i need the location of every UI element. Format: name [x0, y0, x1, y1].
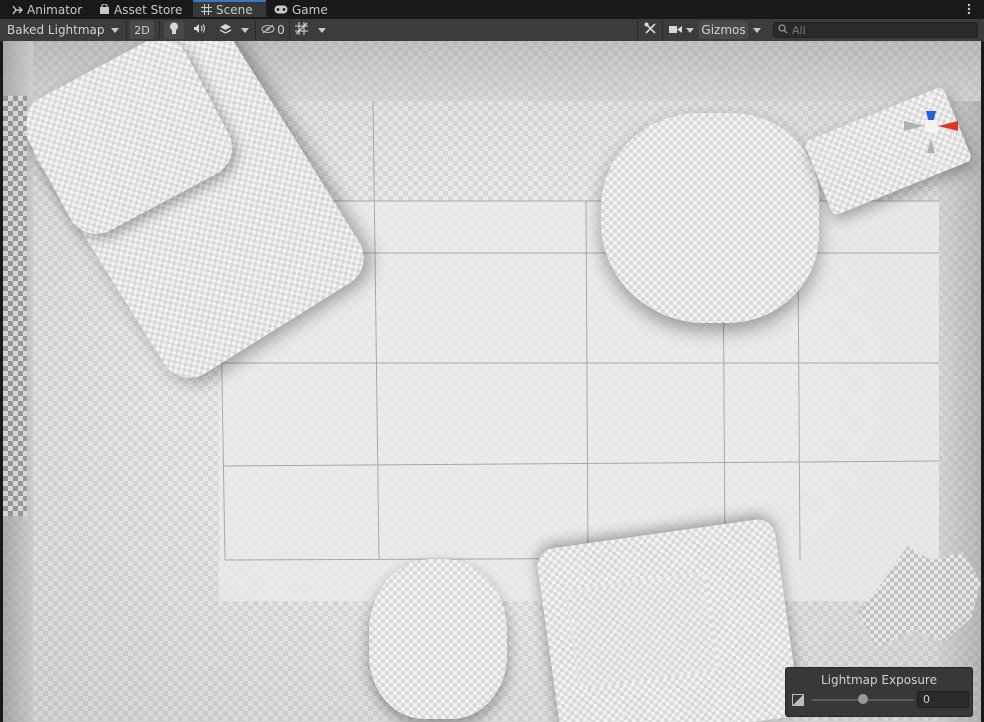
tab-animator[interactable]: Animator — [12, 0, 82, 19]
toggle-2d-button[interactable]: 2D — [130, 21, 154, 39]
speaker-icon — [193, 23, 206, 37]
gizmos-button[interactable]: Gizmos — [699, 21, 748, 39]
draw-mode-dropdown[interactable]: Baked Lightmap — [3, 21, 123, 39]
gamepad-icon — [274, 5, 288, 14]
hidden-count: 0 — [277, 23, 285, 37]
effects-dropdown[interactable] — [238, 21, 252, 39]
axis-neg-x-cone[interactable] — [904, 121, 924, 131]
search-input[interactable] — [788, 23, 972, 37]
exposure-icon — [792, 694, 804, 706]
chevron-down-icon — [753, 27, 761, 33]
toolbar-divider — [159, 20, 160, 40]
scene-search[interactable] — [773, 22, 978, 38]
animator-icon — [12, 5, 23, 15]
tab-scene[interactable]: Scene — [193, 0, 266, 17]
projection-label[interactable]: Persp — [921, 161, 949, 171]
more-options-icon[interactable] — [962, 2, 976, 16]
toolbar-divider — [126, 20, 127, 40]
axis-neg-y-cone[interactable] — [927, 139, 935, 153]
tab-label: Asset Store — [114, 2, 183, 17]
gizmos-dropdown[interactable] — [749, 21, 765, 39]
chevron-down-icon — [111, 27, 119, 33]
exposure-value-field[interactable]: 0 — [917, 691, 969, 708]
toolbar-divider — [289, 20, 290, 40]
tab-game[interactable]: Game — [274, 0, 328, 19]
axis-x-cone[interactable] — [938, 121, 958, 131]
tab-asset-store[interactable]: Asset Store — [99, 0, 182, 19]
scene-visibility-toggle[interactable]: 0 — [259, 21, 287, 39]
axis-z-label: z — [927, 94, 932, 105]
chevron-down-icon — [685, 27, 694, 33]
lightbulb-icon — [169, 22, 179, 38]
tools-button[interactable] — [641, 21, 659, 39]
shopping-bag-icon — [99, 4, 110, 15]
toolbar-divider — [662, 20, 663, 40]
pouf-top[interactable] — [601, 113, 819, 323]
grid-icon — [201, 4, 212, 15]
lighting-toggle-button[interactable] — [164, 21, 184, 39]
lightmap-exposure-title: Lightmap Exposure — [821, 673, 937, 687]
tab-label: Scene — [216, 2, 253, 17]
hidden-eye-icon — [261, 23, 275, 37]
gizmo-center-cube[interactable] — [925, 120, 937, 132]
toolbar-divider — [637, 20, 638, 40]
toolbar-divider — [255, 20, 256, 40]
audio-toggle-button[interactable] — [189, 21, 209, 39]
layers-icon — [219, 23, 232, 38]
scene-toolbar: Baked Lightmap 2D 0 Gizmos All — [0, 19, 984, 42]
grid-dropdown[interactable] — [314, 21, 330, 39]
effects-toggle-button[interactable] — [214, 21, 236, 39]
lightmap-exposure-panel: Lightmap Exposure 0 — [785, 667, 973, 717]
armchair-seat — [566, 571, 720, 691]
window-tab-bar: Animator Asset Store Scene Game — [0, 0, 984, 19]
wrench-icon — [644, 22, 657, 38]
tab-label: Game — [292, 2, 328, 17]
scene-viewport[interactable]: z Persp — [3, 41, 981, 722]
search-icon — [778, 23, 788, 37]
grid-toggle-button[interactable] — [292, 21, 310, 39]
camera-icon — [668, 23, 682, 37]
draw-mode-label: Baked Lightmap — [7, 23, 105, 37]
grid-icon — [294, 22, 308, 38]
chevron-down-icon — [241, 27, 249, 33]
pouf-bottom[interactable] — [369, 559, 507, 719]
tab-label: Animator — [27, 2, 83, 17]
shelf-left[interactable] — [3, 96, 27, 516]
orientation-gizmo[interactable]: z Persp — [900, 93, 970, 171]
chevron-down-icon — [318, 27, 326, 33]
camera-settings-button[interactable] — [666, 21, 696, 39]
exposure-slider-thumb[interactable] — [858, 694, 868, 704]
